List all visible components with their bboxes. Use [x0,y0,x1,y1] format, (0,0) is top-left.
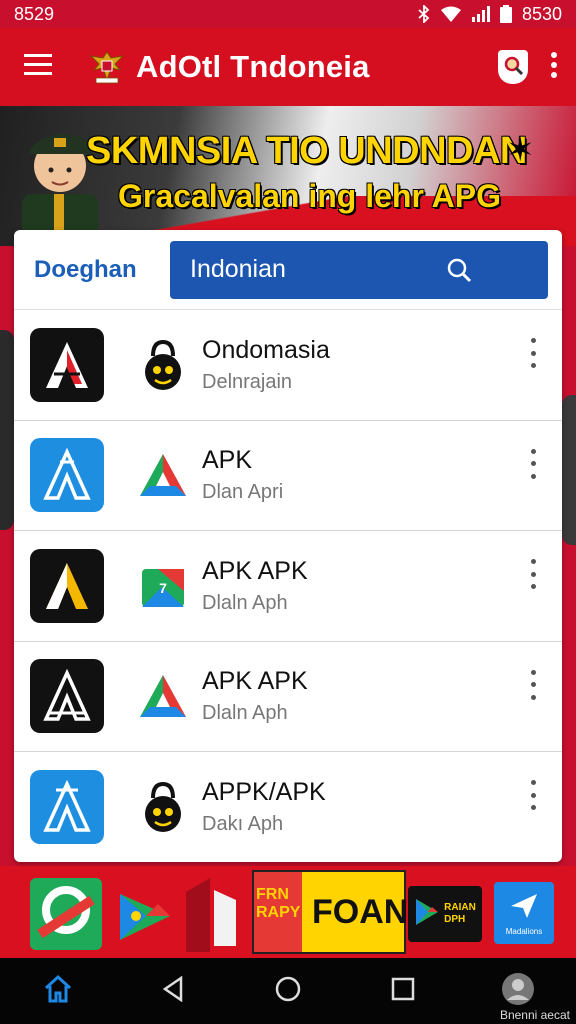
side-officer-left [0,330,14,530]
ad-banner-label: FOAN [312,892,409,931]
ad-app-6[interactable]: Madalions [494,882,554,944]
more-vert-icon[interactable] [526,780,540,810]
banner-subtitle: Gracalvalan ing lehr APG [118,178,501,214]
apk-app-icon [30,438,104,513]
menu-button[interactable] [0,28,76,106]
item-title: APK APK [202,556,308,585]
banner-title: SKMNSIA TIO UNDNDAN [86,130,527,172]
nav-back-button[interactable] [149,967,197,1015]
watermark-text: Bnenni aecat [499,1008,570,1022]
back-triangle-icon [161,975,185,1007]
item-subtitle: Dakı Aph [202,813,284,836]
ad-send-icon [509,890,539,925]
lock-face-icon [138,780,188,834]
app-list-card: Doeghan Indonian Ondomasia Delnrajain AP… [14,230,562,862]
ad-strip: FRN RAPY FOAN RAIAN DPH Madalions [0,866,576,958]
list-item[interactable]: APK Dlan Apri [14,421,562,531]
item-subtitle: Dlan Apri [202,481,284,504]
ad-green-q-icon [30,886,102,954]
overflow-menu-icon[interactable] [550,51,558,83]
item-subtitle: Dlaln Aph [202,702,288,725]
item-subtitle: Delnrajain [202,370,293,393]
ad-app-3[interactable] [180,872,246,958]
more-vert-icon[interactable] [526,559,540,589]
app-title: AdOtl Tndoneia [136,49,370,84]
item-title: APK [202,446,253,475]
hamburger-icon [24,53,52,81]
item-title: APPK/APK [202,778,326,807]
battery-label: 8530 [521,3,562,24]
more-vert-icon[interactable] [526,338,540,368]
badge-search-icon [502,54,524,81]
status-time: 8529 [14,3,55,24]
play-store-icon [138,669,188,723]
banner-star-icon: ✶ [506,131,535,169]
apk-app-icon [30,548,104,623]
ad-app-6-label: Madalions [505,927,543,936]
item-subtitle: Dlaln Aph [202,591,288,614]
ad-app-1[interactable] [30,878,102,950]
recents-square-icon [391,977,415,1006]
list-item[interactable]: APK APK Dlaln Aph [14,642,562,752]
apk-app-icon [30,659,104,734]
wifi-icon [440,6,462,22]
list-item[interactable]: Ondomasia Delnrajain [14,310,562,421]
status-bar: 8529 8530 [0,0,576,28]
ad-play-icon [116,894,174,952]
lock-face-icon [138,338,188,392]
apk-app-icon [30,327,104,402]
ad-app-2[interactable] [116,884,174,948]
item-title: Ondomasia [202,335,330,364]
play-store-icon [138,448,188,502]
avatar-icon [501,972,535,1011]
bluetooth-icon [418,5,430,23]
ad-app-5-label: RAIAN DPH [444,902,476,925]
battery-icon [499,5,512,23]
search-input[interactable]: Indonian [170,240,548,299]
promo-banner[interactable]: SKMNSIA TIO UNDNDAN Gracalvalan ing lehr… [0,106,576,246]
ad-app-5[interactable]: RAIAN DPH [408,886,482,942]
search-input-value: Indonian [190,255,286,283]
item-title: APK APK [202,667,308,696]
search-category-label[interactable]: Doeghan [34,256,170,284]
navigation-bar [0,958,576,1024]
status-icons: 8530 [418,4,562,25]
signal-icon [471,6,490,22]
home-icon [43,974,73,1009]
ad-banner-yellow[interactable]: FRN RAPY FOAN [252,870,409,954]
apk-app-icon [30,770,104,845]
list-item[interactable]: 7 APK APK Dlaln Aph [14,531,562,642]
nav-recents-button[interactable] [379,967,427,1015]
svg-text:7: 7 [159,580,167,596]
side-officer-right [562,395,576,545]
more-vert-icon[interactable] [526,669,540,700]
search-icon[interactable] [369,257,548,283]
app-bar: AdOtl Tndoneia [0,28,576,106]
list-item[interactable]: APPK/APK Dakı Aph [14,752,562,862]
nav-home-button[interactable] [34,967,82,1015]
ad-banner-label-left: FRN RAPY [254,872,302,952]
search-row: Doeghan Indonian [14,230,562,310]
play-store-icon: 7 [138,559,188,613]
ad-play-store-icon [414,897,440,932]
garuda-emblem-icon [88,48,126,86]
profile-badge-button[interactable] [498,50,528,84]
nav-home-circle-button[interactable] [264,967,312,1015]
more-vert-icon[interactable] [526,448,540,479]
home-circle-icon [274,975,302,1008]
